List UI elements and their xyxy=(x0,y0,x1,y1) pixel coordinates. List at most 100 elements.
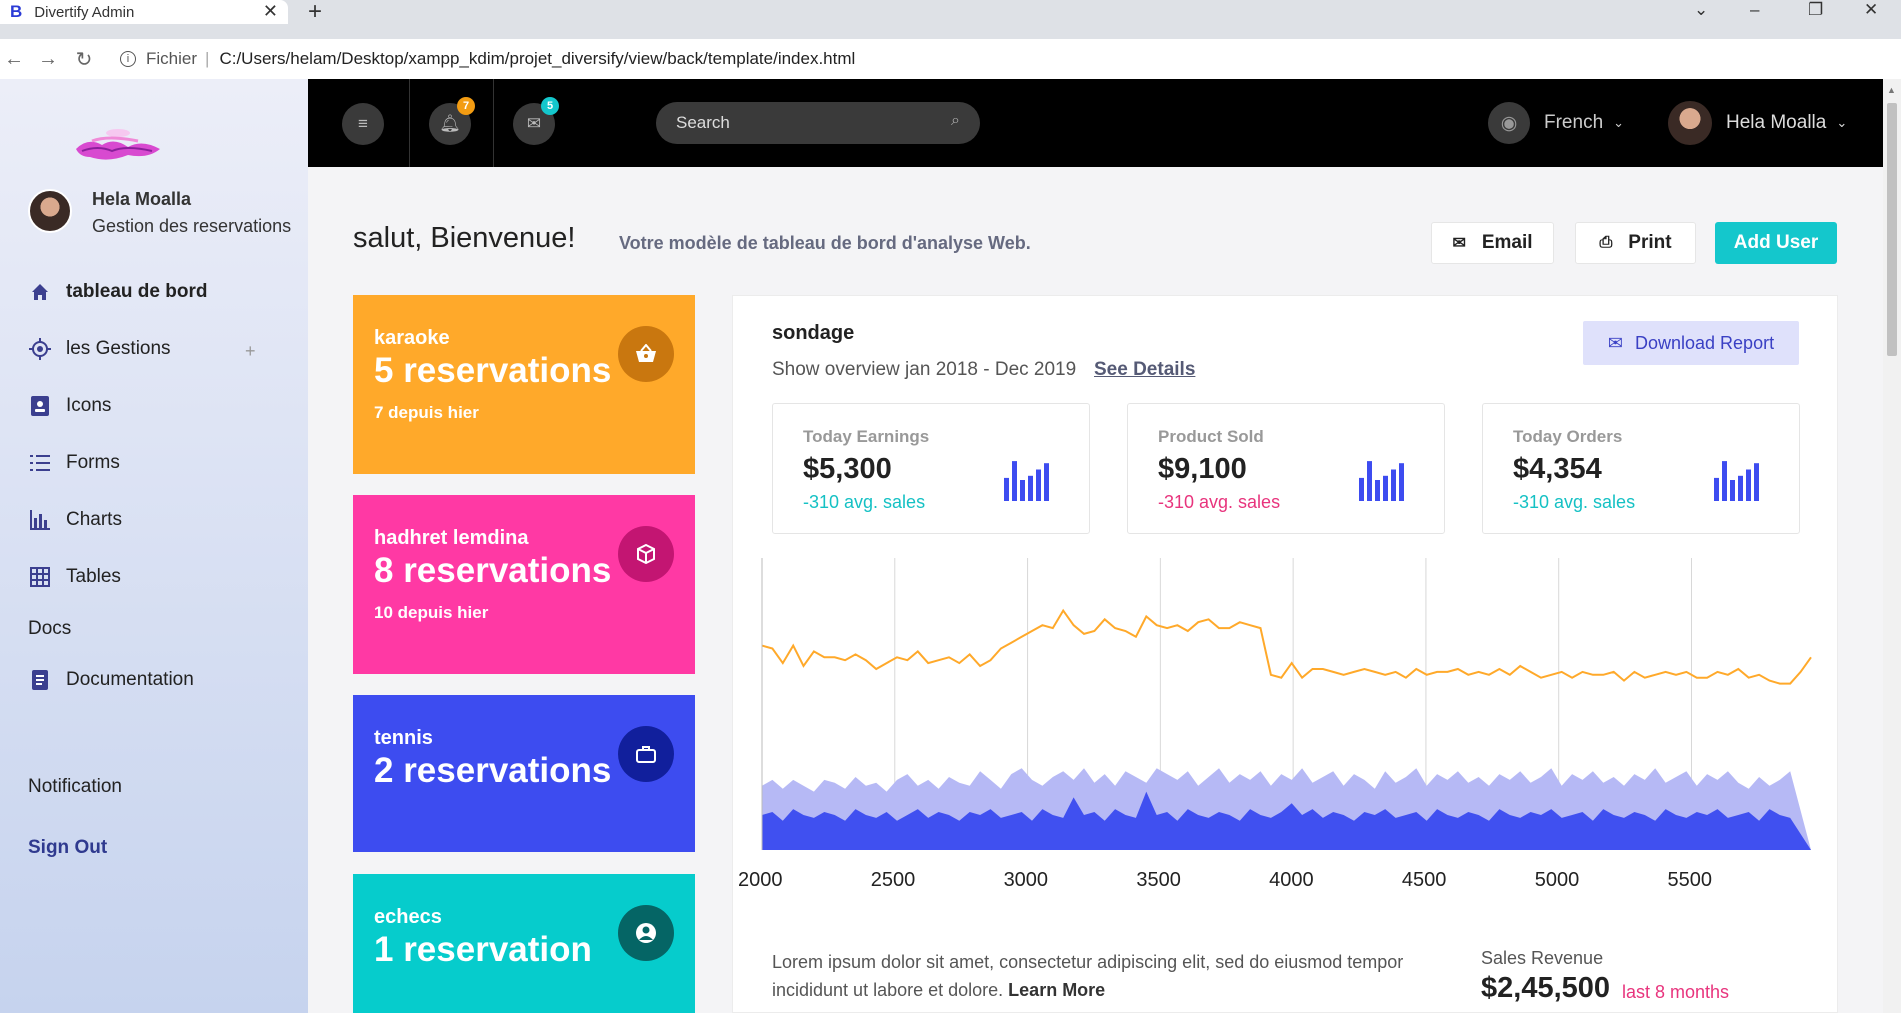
briefcase-icon xyxy=(618,726,674,782)
messages-button[interactable]: ✉ 5 xyxy=(513,97,559,145)
sidebar-item-charts[interactable]: Charts xyxy=(28,508,122,532)
browser-tab[interactable]: B Divertify Admin ✕ xyxy=(0,0,288,24)
expand-plus-icon[interactable]: + xyxy=(245,341,256,362)
envelope-icon: ✉ xyxy=(1607,332,1623,353)
sidebar-item-gestions[interactable]: les Gestions xyxy=(28,337,171,361)
footer-description: Lorem ipsum dolor sit amet, consectetur … xyxy=(772,952,1404,1000)
sidebar-item-forms[interactable]: Forms xyxy=(28,451,120,475)
chevron-down-icon: ⌄ xyxy=(1613,115,1625,130)
globe-icon: ◉ xyxy=(1488,102,1530,144)
scroll-up-icon[interactable]: ▲ xyxy=(1887,85,1896,95)
x-tick-label: 3500 xyxy=(1136,869,1181,891)
stat-card-echecs[interactable]: echecs 1 reservation xyxy=(353,874,695,1013)
notification-link[interactable]: Notification xyxy=(28,776,122,798)
search-input[interactable]: Search ⌕ xyxy=(656,102,980,144)
user-menu[interactable]: Hela Moalla ⌄ xyxy=(1668,101,1847,145)
sidebar-item-label: Documentation xyxy=(66,669,194,690)
search-icon[interactable]: ⌕ xyxy=(951,112,960,130)
panel-title: sondage xyxy=(772,322,855,344)
sidebar-item-label: Forms xyxy=(66,452,120,473)
revenue-period: last 8 months xyxy=(1622,982,1730,1002)
x-tick-label: 5500 xyxy=(1667,869,1712,891)
notifications-button[interactable]: 🔔︎ 7 xyxy=(429,97,475,145)
x-tick-label: 2500 xyxy=(871,869,916,891)
scrollbar[interactable]: ▲ xyxy=(1883,79,1901,1013)
language-label: French xyxy=(1544,112,1604,133)
user-name: Hela Moalla xyxy=(1726,112,1827,133)
learn-more-link[interactable]: Learn More xyxy=(1008,980,1105,1000)
section-docs: Docs xyxy=(28,618,72,639)
user-circle-icon xyxy=(618,905,674,961)
card-title: echecs xyxy=(374,906,442,928)
search-placeholder: Search xyxy=(676,113,730,132)
mini-bar-chart-icon xyxy=(1004,461,1049,501)
scrollbar-thumb[interactable] xyxy=(1887,103,1897,356)
card-count: 8 reservations xyxy=(374,551,612,590)
sidebar: Hela Moalla Gestion des reservations tab… xyxy=(0,79,308,1013)
document-icon xyxy=(28,668,52,692)
list-icon xyxy=(28,451,52,475)
window-close-icon[interactable]: ✕ xyxy=(1864,0,1878,20)
tab-close-icon[interactable]: ✕ xyxy=(263,1,278,22)
sidebar-profile: Hela Moalla Gestion des reservations xyxy=(28,189,291,237)
mini-bar-chart-icon xyxy=(1359,461,1404,501)
stat-label: Today Earnings xyxy=(803,427,930,446)
download-report-button[interactable]: ✉ Download Report xyxy=(1583,321,1799,365)
envelope-icon: ✉ xyxy=(1452,235,1466,252)
restore-icon[interactable]: ❐ xyxy=(1808,0,1823,20)
card-title: tennis xyxy=(374,727,433,749)
url-text[interactable]: C:/Users/helam/Desktop/xampp_kdim/projet… xyxy=(219,49,855,69)
series-line xyxy=(761,608,1812,685)
x-tick-label: 5000 xyxy=(1535,869,1580,891)
target-icon xyxy=(28,337,52,361)
page-subtitle: Votre modèle de tableau de bord d'analys… xyxy=(619,233,1031,253)
mini-bar-chart-icon xyxy=(1714,461,1759,501)
x-tick-label: 3000 xyxy=(1004,869,1049,891)
home-icon xyxy=(28,280,52,304)
sidebar-item-label: tableau de bord xyxy=(66,281,208,302)
info-icon[interactable]: i xyxy=(120,51,136,67)
stat-card-karaoke[interactable]: karaoke 5 reservations 7 depuis hier xyxy=(353,295,695,474)
sidebar-item-documentation[interactable]: Documentation xyxy=(28,668,194,692)
stat-sub: -310 avg. sales xyxy=(803,492,926,512)
tab-search-chevron-icon[interactable]: ⌄ xyxy=(1694,0,1708,20)
add-user-button[interactable]: Add User xyxy=(1715,222,1837,264)
sidebar-item-dashboard[interactable]: tableau de bord xyxy=(28,280,207,304)
revenue-value: $2,45,500 xyxy=(1481,972,1611,1004)
avatar xyxy=(1668,101,1712,145)
forward-icon[interactable]: → xyxy=(28,48,68,71)
profile-role: Gestion des reservations xyxy=(92,216,292,236)
stat-value: $4,354 xyxy=(1513,453,1602,485)
new-tab-icon[interactable]: + xyxy=(308,0,322,26)
minimize-icon[interactable]: – xyxy=(1750,0,1759,20)
x-tick-label: 2000 xyxy=(738,869,783,891)
print-button[interactable]: ⎙ Print xyxy=(1575,222,1696,264)
browser-chrome: B Divertify Admin ✕ + ⌄ – ❐ ✕ ← → ↻ i Fi… xyxy=(0,0,1901,107)
sidebar-item-icons[interactable]: Icons xyxy=(28,394,111,418)
email-button[interactable]: ✉ Email xyxy=(1431,222,1554,264)
address-bar[interactable]: i Fichier | C:/Users/helam/Desktop/xampp… xyxy=(120,43,1690,75)
scheme-label: Fichier xyxy=(146,49,198,68)
stat-value: $5,300 xyxy=(803,453,892,485)
cube-icon xyxy=(618,526,674,582)
bar-chart-icon xyxy=(28,508,52,532)
stat-card-hadhret[interactable]: hadhret lemdina 8 reservations 10 depuis… xyxy=(353,495,695,674)
sidebar-item-label: Charts xyxy=(66,509,122,530)
overview-panel: sondage Show overview jan 2018 - Dec 201… xyxy=(732,295,1838,1013)
menu-toggle-button[interactable]: ≡ xyxy=(342,103,384,145)
sidebar-item-label: les Gestions xyxy=(66,338,171,359)
stat-box-orders: Today Orders $4,354 -310 avg. sales xyxy=(1482,403,1800,534)
reload-icon[interactable]: ↻ xyxy=(64,47,104,72)
stat-value: $9,100 xyxy=(1158,453,1247,485)
page-title: salut, Bienvenue! xyxy=(353,222,576,254)
avatar xyxy=(28,189,72,233)
see-details-link[interactable]: See Details xyxy=(1094,359,1195,381)
sidebar-item-tables[interactable]: Tables xyxy=(28,565,121,589)
card-count: 2 reservations xyxy=(374,751,612,790)
stat-card-tennis[interactable]: tennis 2 reservations xyxy=(353,695,695,852)
language-selector[interactable]: ◉ French ⌄ xyxy=(1488,102,1624,144)
sign-out-link[interactable]: Sign Out xyxy=(28,837,107,859)
notification-badge: 7 xyxy=(457,97,475,115)
sales-chart: 2000 2500 3000 3500 4000 4500 5000 5500 xyxy=(738,558,1812,891)
logo[interactable] xyxy=(68,119,166,164)
